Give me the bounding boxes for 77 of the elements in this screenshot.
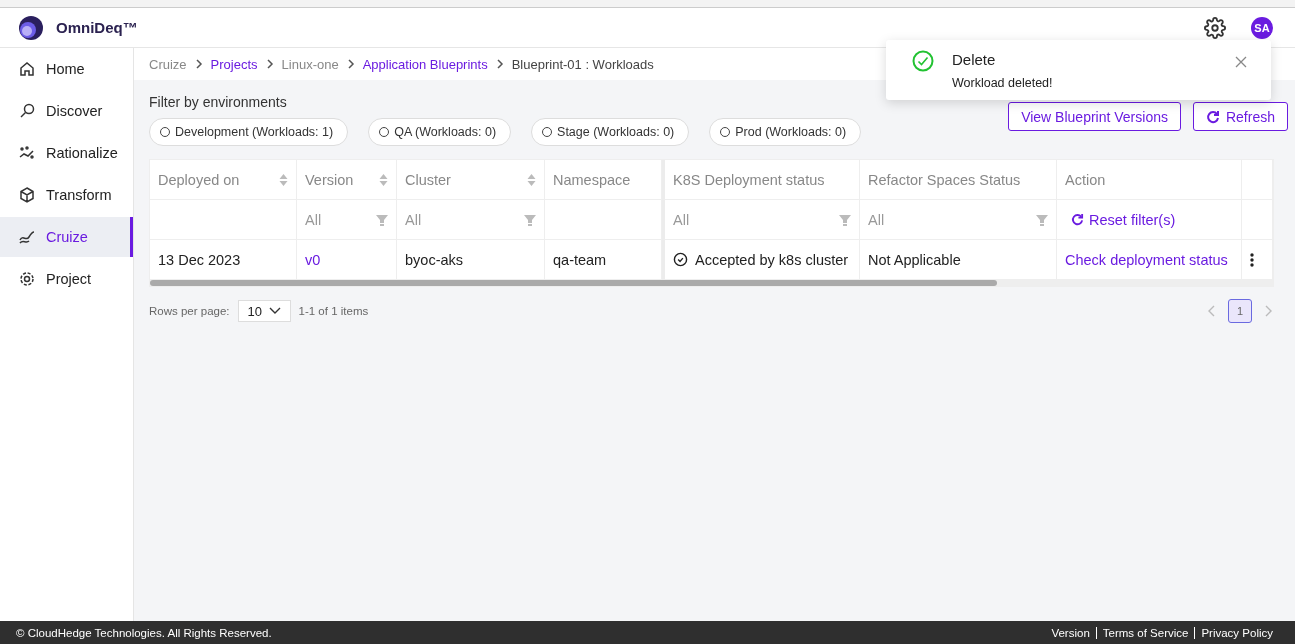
- filter-icon[interactable]: [1036, 213, 1048, 226]
- wave-icon: [18, 228, 36, 246]
- filter-icon[interactable]: [839, 213, 851, 226]
- refresh-icon: [1205, 109, 1220, 124]
- environment-chip[interactable]: Stage (Workloads: 0): [531, 118, 690, 146]
- breadcrumb-item: Blueprint-01 : Workloads: [511, 56, 654, 72]
- next-page-icon[interactable]: [1264, 305, 1272, 317]
- footer-link[interactable]: Version: [1045, 626, 1096, 639]
- column-header: K8S Deployment status: [662, 160, 860, 200]
- table-cell: byoc-aks: [405, 251, 464, 268]
- chevron-right-icon: [194, 59, 203, 69]
- footer-link[interactable]: Privacy Policy: [1194, 626, 1279, 639]
- column-header: Action: [1057, 160, 1242, 200]
- environment-chip[interactable]: Development (Workloads: 1): [149, 118, 349, 146]
- column-header[interactable]: Cluster: [397, 160, 545, 200]
- column-header: Namespace: [545, 160, 662, 200]
- filter-title: Filter by environments: [149, 94, 288, 110]
- versions-button[interactable]: View Blueprint Versions: [1008, 102, 1181, 131]
- cube-icon: [18, 186, 36, 204]
- check-circle-icon: [673, 252, 688, 267]
- sidebar-item[interactable]: Rationalize: [0, 133, 133, 173]
- table-cell: Not Applicable: [868, 251, 961, 268]
- filter-icon[interactable]: [524, 213, 536, 226]
- chevron-right-icon: [346, 59, 355, 69]
- rows-per-page-label: Rows per page:: [149, 305, 230, 317]
- refresh-icon: [1071, 213, 1084, 226]
- chip-label: Development (Workloads: 1): [175, 125, 334, 139]
- table-cell: Accepted by k8s cluster: [695, 251, 849, 268]
- chip-label: QA (Workloads: 0): [394, 125, 497, 139]
- scatter-icon: [18, 144, 36, 162]
- chip-label: Stage (Workloads: 0): [557, 125, 675, 139]
- footer-link[interactable]: Terms of Service: [1095, 626, 1195, 639]
- breadcrumb-link[interactable]: Application Blueprints: [362, 56, 488, 72]
- page-size-select[interactable]: 10: [237, 300, 291, 322]
- environment-chip[interactable]: QA (Workloads: 0): [368, 118, 512, 146]
- table-link[interactable]: Check deployment status: [1065, 251, 1228, 268]
- magnifier-icon: [18, 102, 36, 120]
- sidebar-item[interactable]: Home: [0, 49, 133, 89]
- page-button[interactable]: 1: [1228, 299, 1252, 323]
- sidebar-item[interactable]: Transform: [0, 175, 133, 215]
- home-icon: [18, 60, 36, 78]
- table-cell: qa-team: [553, 251, 607, 268]
- copyright-text: © CloudHedge Technologies. All Rights Reserved.: [16, 626, 272, 639]
- column-header[interactable]: Version: [297, 160, 397, 200]
- breadcrumb-item: Cruize: [149, 56, 187, 72]
- gear-icon: [18, 270, 36, 288]
- sidebar-item[interactable]: Discover: [0, 91, 133, 131]
- breadcrumb-link[interactable]: Projects: [210, 56, 258, 72]
- sidebar-item[interactable]: Cruize: [0, 217, 133, 257]
- success-icon: [912, 50, 934, 72]
- previous-page-icon[interactable]: [1208, 305, 1216, 317]
- user-avatar[interactable]: SA: [1251, 16, 1273, 39]
- environment-chip[interactable]: Prod (Workloads: 0): [709, 118, 862, 146]
- table-link[interactable]: v0: [305, 251, 321, 268]
- toast-title: Delete: [952, 51, 997, 68]
- filter-icon[interactable]: [376, 213, 388, 226]
- settings-icon[interactable]: [1204, 16, 1226, 39]
- sort-icon[interactable]: [379, 172, 388, 187]
- sort-icon[interactable]: [527, 172, 536, 187]
- app-name: OmniDeq™: [56, 19, 138, 36]
- breadcrumb-item: Linux-one: [281, 56, 339, 72]
- refresh-button[interactable]: Refresh: [1192, 102, 1288, 131]
- chip-label: Prod (Workloads: 0): [735, 125, 847, 139]
- column-header: Refactor Spaces Status: [860, 160, 1057, 200]
- chevron-down-icon: [268, 307, 281, 315]
- table-cell: 13 Dec 2023: [158, 251, 241, 268]
- sort-icon[interactable]: [279, 172, 288, 187]
- more-icon[interactable]: [1250, 252, 1254, 267]
- chevron-right-icon: [265, 59, 274, 69]
- chevron-right-icon: [495, 59, 504, 69]
- close-icon[interactable]: [1235, 56, 1247, 68]
- reset-filters-link[interactable]: Reset filter(s): [1065, 211, 1176, 228]
- sidebar-item[interactable]: Project: [0, 259, 133, 299]
- toast-message: Workload deleted!: [952, 76, 1054, 90]
- column-header[interactable]: Deployed on: [150, 160, 297, 200]
- items-range: 1-1 of 1 items: [298, 305, 369, 317]
- logo-icon: [18, 14, 44, 41]
